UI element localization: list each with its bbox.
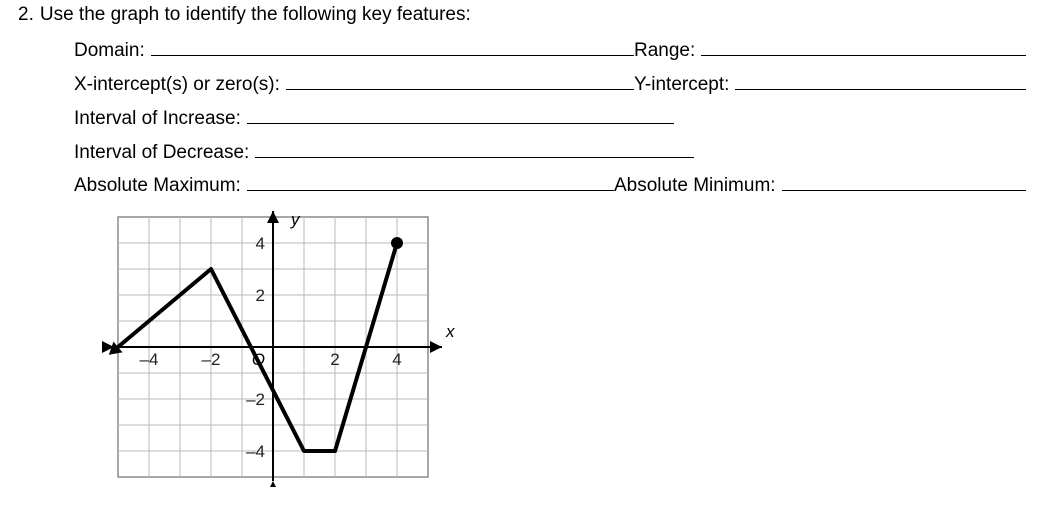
label-x-intercepts: X-intercept(s) or zero(s): xyxy=(74,74,280,96)
svg-text:–2: –2 xyxy=(246,390,265,409)
svg-text:y: y xyxy=(290,210,301,229)
fields-block: Domain: Range: X-intercept(s) or zero(s)… xyxy=(18,34,1026,197)
svg-text:4: 4 xyxy=(392,350,401,369)
graph-container: –4–224–4–224Oyx xyxy=(98,207,1026,487)
label-y-intercept: Y-intercept: xyxy=(634,74,729,96)
blank-abs-min[interactable] xyxy=(782,170,1026,192)
svg-text:2: 2 xyxy=(256,286,265,305)
blank-abs-max[interactable] xyxy=(247,170,614,192)
svg-text:–4: –4 xyxy=(246,442,265,461)
worksheet-page: 2. Use the graph to identify the followi… xyxy=(0,0,1044,527)
row-decrease: Interval of Decrease: xyxy=(74,136,1026,164)
blank-range[interactable] xyxy=(701,34,1026,56)
blank-y-intercept[interactable] xyxy=(735,68,1026,90)
svg-text:–4: –4 xyxy=(140,350,159,369)
row-domain-range: Domain: Range: xyxy=(74,34,1026,62)
row-abs-extrema: Absolute Maximum: Absolute Minimum: xyxy=(74,170,1026,198)
graph-svg: –4–224–4–224Oyx xyxy=(98,207,458,487)
svg-text:–2: –2 xyxy=(202,350,221,369)
svg-text:x: x xyxy=(445,322,455,341)
label-domain: Domain: xyxy=(74,40,145,62)
row-increase: Interval of Increase: xyxy=(74,102,1026,130)
blank-decrease[interactable] xyxy=(255,136,694,158)
blank-increase[interactable] xyxy=(247,102,674,124)
label-decrease: Interval of Decrease: xyxy=(74,142,249,164)
blank-x-intercepts[interactable] xyxy=(286,68,634,90)
label-increase: Interval of Increase: xyxy=(74,108,241,130)
question-header: 2. Use the graph to identify the followi… xyxy=(18,4,1026,26)
label-abs-min: Absolute Minimum: xyxy=(614,175,776,197)
question-prompt: Use the graph to identify the following … xyxy=(40,4,471,26)
svg-text:4: 4 xyxy=(256,234,265,253)
label-range: Range: xyxy=(634,40,695,62)
label-abs-max: Absolute Maximum: xyxy=(74,175,241,197)
blank-domain[interactable] xyxy=(151,34,634,56)
svg-text:2: 2 xyxy=(330,350,339,369)
question-number: 2. xyxy=(18,4,34,26)
row-intercepts: X-intercept(s) or zero(s): Y-intercept: xyxy=(74,68,1026,96)
